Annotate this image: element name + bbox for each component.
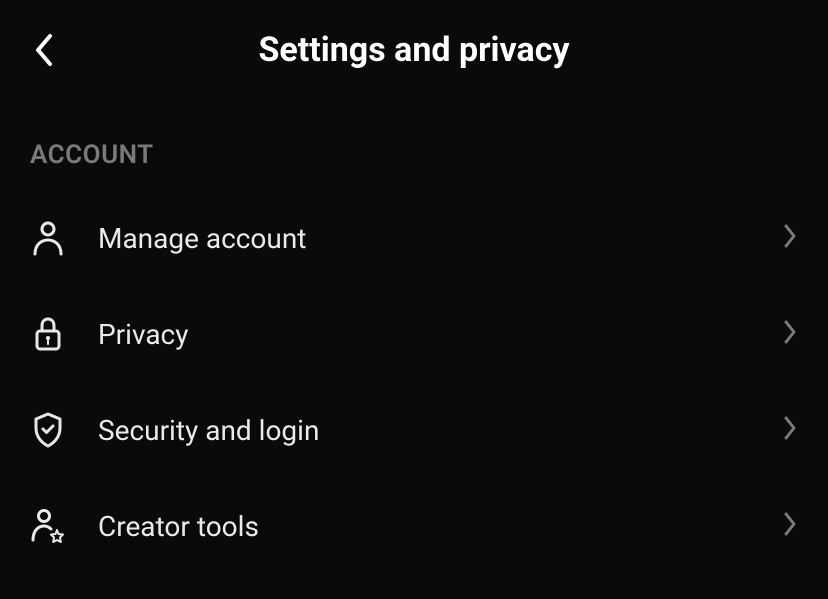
list-item-label: Creator tools: [98, 510, 750, 543]
person-icon: [30, 220, 66, 256]
list-item-manage-account[interactable]: Manage account: [0, 190, 828, 286]
chevron-left-icon: [30, 30, 58, 70]
chevron-right-icon: [782, 414, 798, 446]
lock-icon: [30, 316, 66, 352]
list-item-security-login[interactable]: Security and login: [0, 382, 828, 478]
list-item-privacy[interactable]: Privacy: [0, 286, 828, 382]
list-item-label: Manage account: [98, 222, 750, 255]
header: Settings and privacy: [0, 0, 828, 100]
chevron-right-icon: [782, 222, 798, 254]
shield-check-icon: [30, 412, 66, 448]
person-star-icon: [30, 508, 66, 544]
back-button[interactable]: [30, 30, 58, 70]
section-header-account: ACCOUNT: [0, 100, 828, 190]
chevron-right-icon: [782, 510, 798, 542]
chevron-right-icon: [782, 318, 798, 350]
list-item-label: Privacy: [98, 318, 750, 351]
list-item-label: Security and login: [98, 414, 750, 447]
page-title: Settings and privacy: [0, 30, 828, 70]
list-item-creator-tools[interactable]: Creator tools: [0, 478, 828, 574]
